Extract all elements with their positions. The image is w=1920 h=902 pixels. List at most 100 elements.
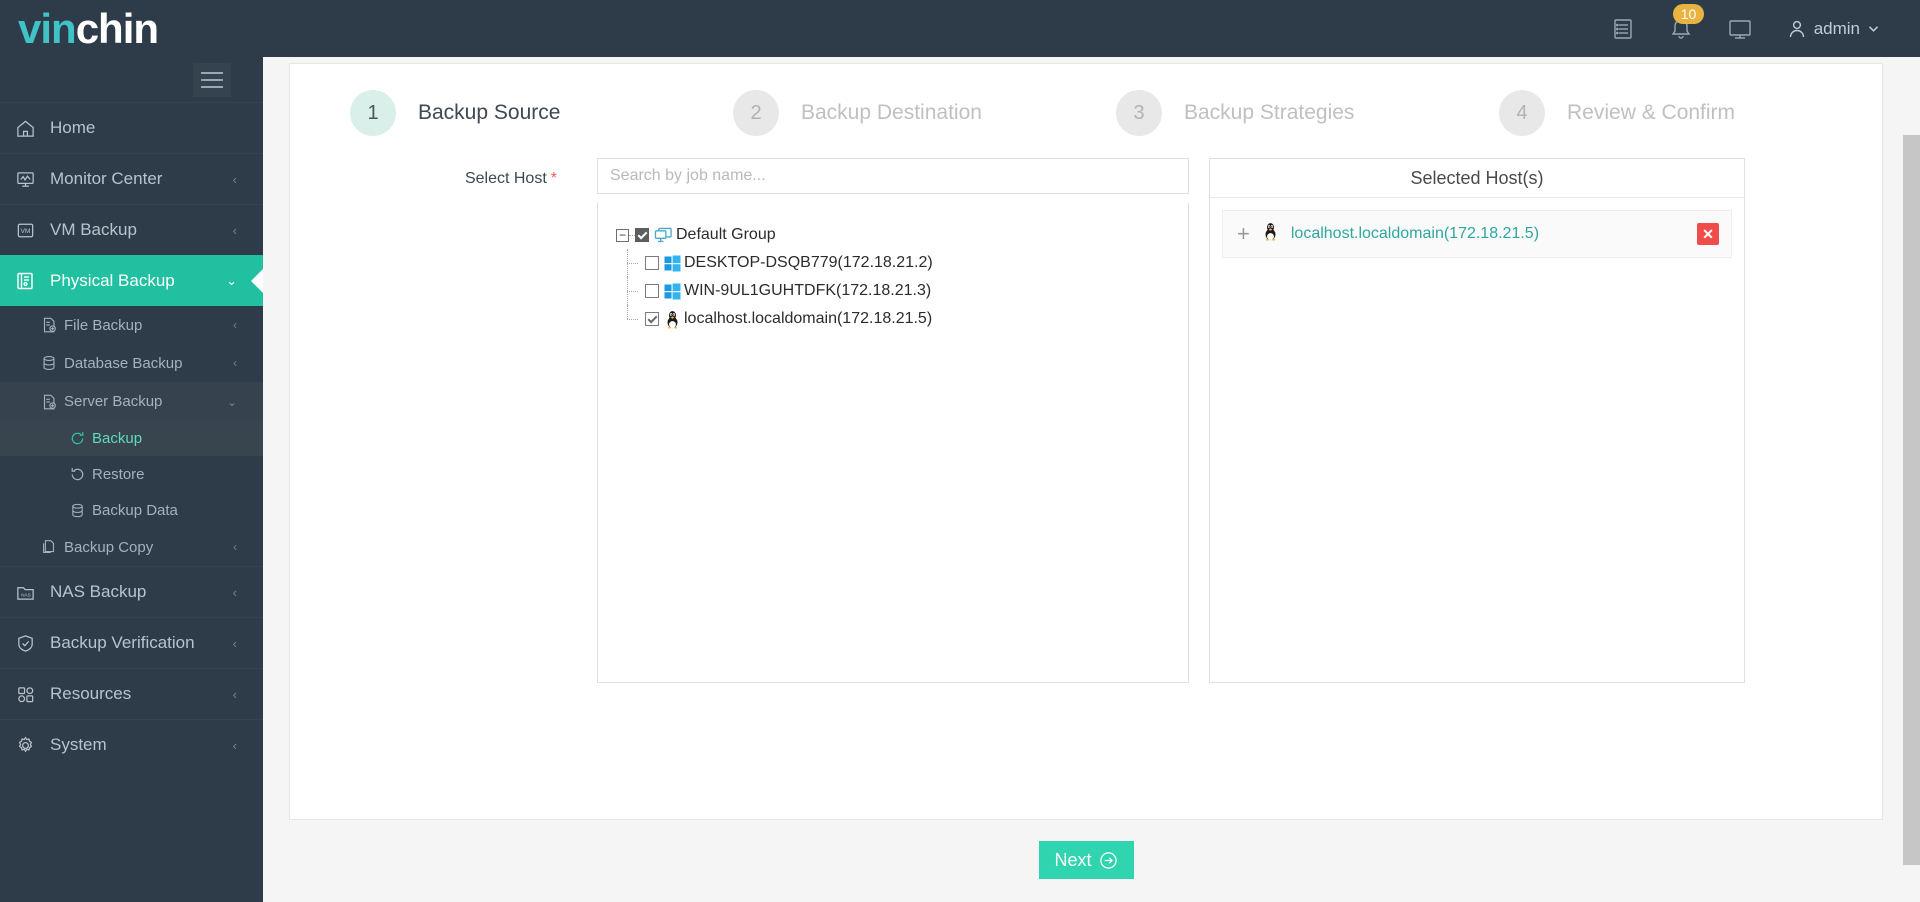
sidebar-label-physical-backup: Physical Backup xyxy=(50,271,175,290)
sidebar-label-home: Home xyxy=(50,118,96,137)
main-content: 1 Backup Source 2 Backup Destination 3 B… xyxy=(263,57,1920,902)
log-icon[interactable] xyxy=(1611,17,1635,41)
sidebar-item-system[interactable]: System ‹ xyxy=(0,719,263,770)
top-bar: vinchin 10 admin xyxy=(0,0,1920,57)
step-backup-destination[interactable]: 2 Backup Destination xyxy=(733,90,1116,136)
shield-check-icon xyxy=(0,633,50,654)
server-plus-icon xyxy=(34,393,64,411)
chevron-down-icon xyxy=(1868,26,1879,32)
sidebar-item-restore[interactable]: Restore xyxy=(0,456,263,492)
sidebar-label-backup-verification: Backup Verification xyxy=(50,633,195,652)
sidebar-label-monitor-center: Monitor Center xyxy=(50,169,163,188)
plus-icon[interactable]: + xyxy=(1237,223,1250,245)
sidebar-item-home[interactable]: Home xyxy=(0,102,263,153)
sidebar-item-backup-data[interactable]: Backup Data xyxy=(0,492,263,528)
sidebar-label-backup: Backup xyxy=(92,429,143,447)
checkbox-host-1[interactable] xyxy=(645,284,659,298)
step-number-3: 3 xyxy=(1116,90,1162,136)
monitor-icon[interactable] xyxy=(1727,17,1753,41)
sidebar-arrow-file-backup: ‹ xyxy=(233,318,237,332)
svg-text:NAS: NAS xyxy=(21,592,31,598)
vinchin-logo[interactable]: vinchin xyxy=(0,4,263,52)
sidebar-item-monitor-center[interactable]: Monitor Center ‹ xyxy=(0,153,263,204)
sidebar-label-system: System xyxy=(50,735,107,754)
tree-node-host-0[interactable]: DESKTOP-DSQB779(172.18.21.2) xyxy=(616,249,1188,277)
refresh-cw-icon xyxy=(62,430,92,447)
host-tree-panel[interactable]: − Default Group DESKTOP-DSQB779(172.18.2… xyxy=(597,203,1189,683)
sidebar-arrow-nas-backup: ‹ xyxy=(232,584,237,600)
tree-label-host-1: WIN-9UL1GUHTDFK(172.18.21.3) xyxy=(684,282,932,299)
checkbox-host-0[interactable] xyxy=(645,256,659,270)
scrollbar-thumb[interactable] xyxy=(1903,135,1920,865)
sidebar-label-backup-copy: Backup Copy xyxy=(64,538,154,556)
sidebar-item-resources[interactable]: Resources ‹ xyxy=(0,668,263,719)
notification-bell[interactable]: 10 xyxy=(1669,3,1705,42)
sidebar-arrow-database-backup: ‹ xyxy=(233,356,237,370)
tree-node-host-1[interactable]: WIN-9UL1GUHTDFK(172.18.21.3) xyxy=(616,277,1188,305)
sidebar-item-nas-backup[interactable]: NAS NAS Backup ‹ xyxy=(0,566,263,617)
sidebar-toggle-row xyxy=(0,57,263,102)
select-host-row: Select Host* − xyxy=(290,136,1882,683)
sidebar-label-restore: Restore xyxy=(92,465,145,483)
database-icon xyxy=(34,354,64,372)
tree-node-default-group[interactable]: − Default Group xyxy=(616,221,1188,249)
windows-icon xyxy=(664,283,681,300)
selected-host-row[interactable]: + localhost.localdomain(172.18.21.5) ✕ xyxy=(1222,210,1732,258)
next-button[interactable]: Next xyxy=(1038,841,1134,879)
step-number-2: 2 xyxy=(733,90,779,136)
sidebar-item-database-backup[interactable]: Database Backup ‹ xyxy=(0,344,263,382)
sidebar-item-file-backup[interactable]: File Backup ‹ xyxy=(0,306,263,344)
sidebar-item-backup-copy[interactable]: Backup Copy ‹ xyxy=(0,528,263,566)
step-backup-source[interactable]: 1 Backup Source xyxy=(350,90,733,136)
wizard-stepper: 1 Backup Source 2 Backup Destination 3 B… xyxy=(290,64,1882,136)
tree-node-host-2[interactable]: localhost.localdomain(172.18.21.5) xyxy=(616,305,1188,333)
search-input[interactable] xyxy=(610,167,1176,185)
collapse-icon[interactable]: − xyxy=(616,228,629,242)
home-icon xyxy=(0,118,50,139)
group-monitor-icon xyxy=(654,227,673,244)
database-icon xyxy=(62,502,92,519)
step-label-3: Backup Strategies xyxy=(1184,101,1355,124)
select-host-label-col: Select Host * xyxy=(290,158,597,683)
checkbox-host-2[interactable] xyxy=(645,312,659,326)
checkbox-default-group[interactable] xyxy=(635,228,649,242)
arrow-right-circle-icon xyxy=(1099,851,1117,869)
step-number-1: 1 xyxy=(350,90,396,136)
undo-icon xyxy=(62,466,92,483)
sidebar-arrow-vm-backup: ‹ xyxy=(232,222,237,238)
monitor-chart-icon xyxy=(0,169,50,190)
step-review-confirm[interactable]: 4 Review & Confirm xyxy=(1499,90,1882,136)
sidebar-arrow-resources: ‹ xyxy=(232,686,237,702)
next-button-label: Next xyxy=(1054,849,1092,870)
logo-suffix: chin xyxy=(75,4,159,52)
grid-icon xyxy=(0,684,50,705)
search-box[interactable] xyxy=(597,158,1189,194)
sidebar-label-database-backup: Database Backup xyxy=(64,354,183,372)
sidebar-item-physical-backup[interactable]: Physical Backup ⌄ xyxy=(0,255,263,306)
linux-tux-icon xyxy=(664,310,681,329)
top-bar-actions: 10 admin xyxy=(1611,3,1920,42)
vertical-scrollbar[interactable] xyxy=(1903,57,1920,902)
hamburger-icon[interactable] xyxy=(193,62,231,97)
sidebar-label-backup-data: Backup Data xyxy=(92,501,178,519)
host-picker: − xyxy=(597,158,1745,683)
step-label-1: Backup Source xyxy=(418,101,561,124)
step-label-2: Backup Destination xyxy=(801,101,982,124)
sidebar-item-server-backup[interactable]: Server Backup ⌄ xyxy=(0,382,263,420)
wizard-card: 1 Backup Source 2 Backup Destination 3 B… xyxy=(289,63,1883,820)
selected-host-name[interactable]: localhost.localdomain(172.18.21.5) xyxy=(1291,225,1697,243)
remove-host-button[interactable]: ✕ xyxy=(1697,223,1719,245)
sidebar-item-backup-verification[interactable]: Backup Verification ‹ xyxy=(0,617,263,668)
windows-icon xyxy=(664,255,681,272)
step-backup-strategies[interactable]: 3 Backup Strategies xyxy=(1116,90,1499,136)
physical-backup-icon xyxy=(0,270,50,292)
sidebar-arrow-physical-backup: ⌄ xyxy=(226,273,237,288)
linux-tux-icon xyxy=(1262,222,1279,246)
user-menu[interactable]: admin xyxy=(1787,19,1880,39)
svg-text:VM: VM xyxy=(20,227,30,234)
sidebar-item-vm-backup[interactable]: VM VM Backup ‹ xyxy=(0,204,263,255)
step-label-4: Review & Confirm xyxy=(1567,101,1736,124)
gear-icon xyxy=(0,735,50,756)
user-icon xyxy=(1789,20,1804,37)
sidebar-item-backup[interactable]: Backup xyxy=(0,420,263,456)
